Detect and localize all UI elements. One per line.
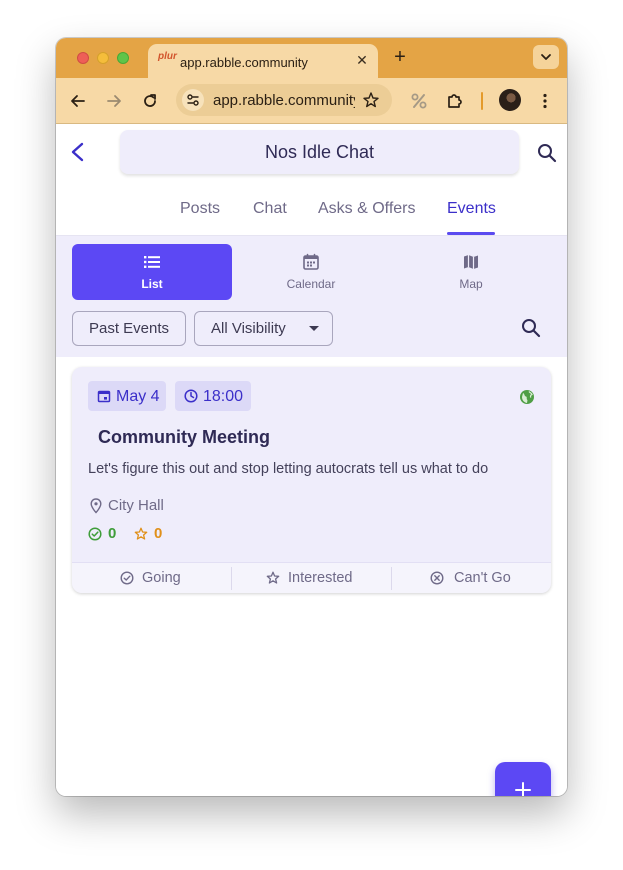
interested-count-value: 0 — [154, 525, 163, 542]
event-date-chip: May 4 — [88, 381, 166, 411]
view-calendar-label: Calendar — [286, 277, 336, 291]
events-toolbar: List Calendar Map Past Events All Visibi… — [56, 236, 567, 357]
section-tabs: Posts Chat Asks & Offers Events — [56, 186, 567, 236]
interested-label: Interested — [288, 570, 353, 586]
app-header: Nos Idle Chat — [56, 124, 567, 184]
view-list-button[interactable]: List — [72, 244, 232, 300]
tab-search-button[interactable] — [533, 45, 559, 69]
maximize-window-button[interactable] — [117, 52, 129, 64]
browser-window: plur app.rabble.community ✕ + app.rabble… — [56, 38, 567, 796]
forward-arrow-icon[interactable] — [104, 91, 124, 111]
bookmark-star-icon[interactable] — [362, 91, 380, 109]
event-card[interactable]: May 4 18:00 Community Meeting Let's figu… — [72, 367, 551, 593]
extensions-puzzle-icon[interactable] — [445, 91, 465, 111]
event-time-chip: 18:00 — [175, 381, 251, 411]
new-tab-icon[interactable]: + — [391, 47, 409, 67]
reload-icon[interactable] — [140, 91, 160, 111]
page-title: Nos Idle Chat — [264, 142, 375, 162]
favicon-icon: plur — [158, 51, 177, 62]
back-chevron-icon[interactable] — [67, 140, 89, 164]
cancel-circle-icon — [430, 571, 444, 585]
event-location-text: City Hall — [108, 497, 164, 514]
star-icon — [134, 527, 148, 540]
visibility-select[interactable]: All Visibility — [194, 311, 333, 346]
past-events-button[interactable]: Past Events — [72, 311, 186, 346]
create-event-button[interactable] — [495, 762, 551, 796]
extension-percent-icon[interactable] — [409, 91, 429, 111]
event-date: May 4 — [116, 388, 160, 405]
going-label: Going — [142, 570, 181, 586]
event-title: Community Meeting — [98, 427, 271, 447]
view-map-label: Map — [459, 277, 483, 291]
calendar-icon — [97, 390, 111, 403]
visibility-select-value: All Visibility — [211, 320, 286, 337]
globe-icon — [520, 390, 534, 404]
view-list-label: List — [141, 277, 163, 291]
chevron-down-icon — [541, 54, 551, 60]
going-count-value: 0 — [108, 525, 117, 542]
list-icon — [144, 256, 160, 268]
tab-title: app.rabble.community — [180, 55, 308, 70]
browser-toolbar: app.rabble.community — [56, 78, 567, 124]
url-text: app.rabble.community — [213, 92, 355, 109]
chat-title-box[interactable]: Nos Idle Chat — [120, 130, 519, 174]
cant-go-button[interactable]: Can't Go — [392, 563, 551, 593]
app-content: Nos Idle Chat Posts Chat Asks & Offers E… — [56, 124, 567, 796]
check-circle-icon — [120, 571, 134, 585]
going-button[interactable]: Going — [72, 563, 231, 593]
site-settings-icon[interactable] — [182, 89, 204, 111]
cant-go-label: Can't Go — [454, 570, 511, 586]
address-bar[interactable]: app.rabble.community — [176, 84, 392, 116]
browser-titlebar: plur app.rabble.community ✕ + — [56, 38, 567, 78]
event-time: 18:00 — [203, 388, 244, 405]
plus-icon — [515, 782, 531, 796]
back-arrow-icon[interactable] — [68, 91, 88, 111]
calendar-icon — [303, 253, 319, 270]
tab-chat[interactable]: Chat — [253, 200, 287, 218]
clock-icon — [184, 389, 198, 403]
toolbar-separator — [481, 92, 483, 110]
event-description: Let's figure this out and stop letting a… — [88, 461, 489, 477]
search-icon[interactable] — [536, 142, 558, 164]
active-tab-indicator — [447, 232, 495, 235]
browser-tab[interactable]: plur app.rabble.community ✕ — [148, 44, 378, 78]
rsvp-actions: Going Interested Can't Go — [72, 562, 551, 593]
map-icon — [464, 255, 478, 269]
location-pin-icon — [90, 498, 102, 514]
tab-close-icon[interactable]: ✕ — [354, 52, 370, 68]
tab-events[interactable]: Events — [447, 200, 496, 218]
tab-posts[interactable]: Posts — [180, 200, 220, 218]
close-window-button[interactable] — [77, 52, 89, 64]
check-circle-icon — [88, 527, 102, 541]
more-vert-icon[interactable] — [535, 91, 555, 111]
event-search-icon[interactable] — [520, 317, 542, 339]
star-icon — [266, 571, 280, 584]
view-calendar-button[interactable]: Calendar — [231, 244, 391, 300]
interested-button[interactable]: Interested — [232, 563, 391, 593]
tab-asks-offers[interactable]: Asks & Offers — [318, 200, 416, 218]
dropdown-caret-icon — [309, 326, 319, 331]
view-map-button[interactable]: Map — [391, 244, 551, 300]
minimize-window-button[interactable] — [97, 52, 109, 64]
profile-avatar[interactable] — [499, 89, 521, 111]
